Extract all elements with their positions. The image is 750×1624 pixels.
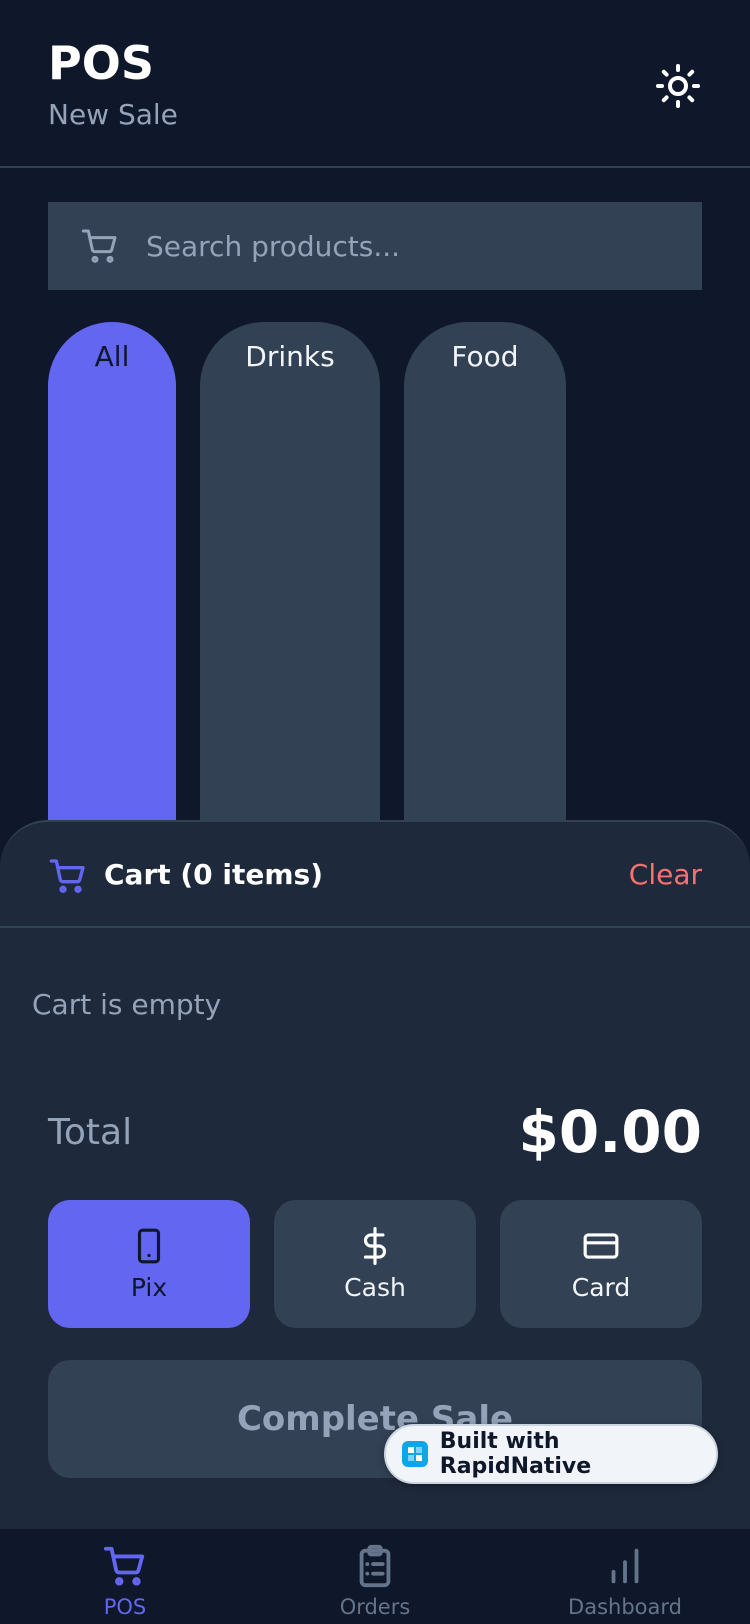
built-with-badge[interactable]: Built with RapidNative <box>384 1424 718 1484</box>
tab-label: Dashboard <box>568 1595 682 1619</box>
bottom-tab-bar: POS Orders Dashboard <box>0 1528 750 1624</box>
cart-panel: Cart (0 items) Clear Cart is empty Total… <box>0 820 750 1528</box>
tab-pos[interactable]: POS <box>25 1543 225 1619</box>
total-value: $0.00 <box>518 1098 702 1166</box>
category-chip-label: Drinks <box>245 340 335 373</box>
cart-title: Cart (0 items) <box>104 858 324 891</box>
category-chip-all[interactable]: All <box>48 322 176 842</box>
total-label: Total <box>48 1112 133 1153</box>
category-chip-food[interactable]: Food <box>404 322 566 842</box>
search-input[interactable] <box>146 229 626 263</box>
clear-cart-button[interactable]: Clear <box>629 858 702 891</box>
bar-chart-icon <box>611 1548 639 1584</box>
payment-method-label: Cash <box>344 1272 406 1302</box>
payment-method-pix[interactable]: Pix <box>48 1200 250 1328</box>
page-subtitle: New Sale <box>48 98 178 131</box>
credit-card-icon <box>583 1232 619 1259</box>
tab-label: Orders <box>339 1595 411 1619</box>
smartphone-icon <box>137 1228 161 1263</box>
payment-method-cash[interactable]: Cash <box>274 1200 476 1328</box>
clipboard-icon <box>359 1544 391 1588</box>
sun-icon <box>656 64 700 108</box>
category-chip-label: All <box>94 340 130 373</box>
payment-method-label: Card <box>571 1272 631 1302</box>
category-chip-drinks[interactable]: Drinks <box>200 322 380 842</box>
cart-icon <box>81 229 117 263</box>
page-title: POS <box>48 36 154 90</box>
payment-method-card[interactable]: Card <box>500 1200 702 1328</box>
theme-toggle-button[interactable] <box>650 58 706 114</box>
cart-empty-message: Cart is empty <box>32 988 222 1021</box>
cart-icon <box>49 859 85 893</box>
tab-dashboard[interactable]: Dashboard <box>525 1543 725 1619</box>
cart-header: Cart (0 items) Clear <box>0 822 750 928</box>
search-bar[interactable] <box>48 202 702 290</box>
header: POS New Sale <box>0 0 750 168</box>
payment-method-label: Pix <box>130 1272 168 1302</box>
cart-icon <box>103 1546 145 1586</box>
tab-label: POS <box>103 1595 147 1619</box>
category-chip-label: Food <box>451 340 519 373</box>
dollar-icon <box>363 1226 386 1265</box>
tab-orders[interactable]: Orders <box>275 1543 475 1619</box>
badge-text: Built with RapidNative <box>439 1429 592 1479</box>
rapidnative-logo-icon <box>402 1441 428 1467</box>
